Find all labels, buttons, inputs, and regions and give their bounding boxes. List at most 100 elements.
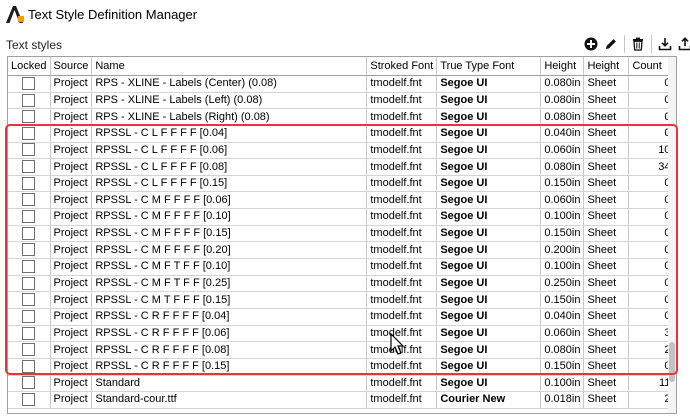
source-cell: Project [50,191,93,210]
true-type-font-cell: Segoe UI [436,108,542,126]
locked-checkbox[interactable] [22,76,36,90]
col-header-height-unit[interactable]: Height [583,57,630,76]
text-styles-table: Locked Source Name Stroked Font True Typ… [8,57,675,409]
height-unit-cell: Sheet [583,92,630,110]
locked-checkbox[interactable] [22,193,36,207]
height-cell: 0.150in [540,291,585,309]
locked-checkbox-cell [8,225,51,243]
height-unit-cell: Sheet [583,125,630,143]
import-icon [658,38,672,51]
table-row[interactable]: Project RPSSL - C M T F F F [0.15] tmodelf… [8,291,675,309]
true-type-font-cell: Segoe UI [436,341,542,359]
table-row[interactable]: Project RPSSL - C R F F F F [0.15] tmodelf… [8,358,675,376]
locked-checkbox[interactable] [22,293,36,307]
true-type-font-cell: Segoe UI [436,275,542,293]
table-row[interactable]: Project RPSSL - C M F F F F [0.06] tmodelf… [8,191,675,210]
locked-checkbox[interactable] [22,243,36,257]
table-row[interactable]: Project RPSSL - C M F F F F [0.10] tmodelf… [8,208,675,226]
true-type-font-cell: Segoe UI [436,175,542,193]
stroked-font-cell: tmodelf.fnt [366,158,438,176]
locked-checkbox[interactable] [22,176,36,190]
table-row[interactable]: Project Standard tmodelf.fnt Segoe UI 0.100i… [8,375,675,393]
true-type-font-cell: Courier New [436,391,542,409]
table-row[interactable]: Project RPS - XLINE - Labels (Right) (0.0… [8,108,675,126]
col-header-true-type-font[interactable]: True Type Font [436,57,542,76]
scrollbar-thumb[interactable] [669,342,675,382]
table-row[interactable]: Project RPSSL - C R F F F F [0.04] tmodelf… [8,308,675,326]
table-row[interactable]: Project RPS - XLINE - Labels (Left) (0.08… [8,92,675,110]
table-row[interactable]: Project RPSSL - C M F F F F [0.15] tmodelf… [8,225,675,243]
locked-checkbox-cell [8,375,51,393]
export-button[interactable] [676,34,690,54]
name-cell: RPSSL - C R F F F F [0.04] [91,308,368,326]
locked-checkbox[interactable] [22,326,36,340]
col-header-name[interactable]: Name [91,57,368,76]
height-cell: 0.060in [540,142,585,160]
table-row[interactable]: Project RPSSL - C L F F F F [0.04] tmodelf… [8,125,675,143]
col-header-height[interactable]: Height [540,57,585,76]
locked-checkbox-cell [8,358,51,376]
locked-checkbox[interactable] [22,259,36,273]
source-cell: Project [50,358,93,376]
import-button[interactable] [656,34,674,54]
table-row[interactable]: Project RPSSL - C R F F F F [0.08] tmodelf… [8,341,675,359]
source-cell: Project [50,75,93,93]
source-cell: Project [50,325,93,343]
locked-checkbox-cell [8,142,51,160]
col-header-locked[interactable]: Locked [8,57,51,76]
col-header-stroked-font[interactable]: Stroked Font [366,57,438,76]
source-cell: Project [50,258,93,276]
add-icon [584,37,598,51]
locked-checkbox[interactable] [22,309,36,323]
table-row[interactable]: Project RPSSL - C M F T F F [0.25] tmodelf… [8,275,675,293]
delete-button[interactable] [629,34,647,54]
height-cell: 0.080in [540,158,585,176]
locked-checkbox[interactable] [22,110,36,124]
locked-checkbox[interactable] [22,160,36,174]
height-cell: 0.100in [540,375,585,393]
name-cell: RPSSL - C R F F F F [0.08] [91,341,368,359]
locked-checkbox[interactable] [22,376,36,390]
true-type-font-cell: Segoe UI [436,358,542,376]
true-type-font-cell: Segoe UI [436,291,542,309]
locked-checkbox[interactable] [22,93,36,107]
add-button[interactable] [582,34,600,54]
source-cell: Project [50,125,93,143]
height-cell: 0.150in [540,175,585,193]
locked-checkbox[interactable] [22,143,36,157]
locked-checkbox[interactable] [22,393,36,407]
col-header-source[interactable]: Source [50,57,93,76]
edit-button[interactable] [602,34,620,54]
locked-checkbox[interactable] [22,226,36,240]
delete-icon [633,37,643,51]
name-cell: RPS - XLINE - Labels (Right) (0.08) [91,108,368,126]
locked-checkbox[interactable] [22,276,36,290]
toolbar-separator [624,35,625,53]
height-unit-cell: Sheet [583,175,630,193]
locked-checkbox-cell [8,258,51,276]
locked-checkbox-cell [8,275,51,293]
locked-checkbox[interactable] [22,359,36,373]
height-cell: 0.150in [540,358,585,376]
table-row[interactable]: Project RPSSL - C L F F F F [0.06] tmodelf… [8,142,675,160]
locked-checkbox[interactable] [22,126,36,140]
height-unit-cell: Sheet [583,225,630,243]
table-row[interactable]: Project RPSSL - C M F T F F [0.10] tmodelf… [8,258,675,276]
true-type-font-cell: Segoe UI [436,225,542,243]
vertical-scrollbar[interactable] [668,57,676,413]
source-cell: Project [50,375,93,393]
height-unit-cell: Sheet [583,208,630,226]
table-row[interactable]: Project RPSSL - C R F F F F [0.06] tmodelf… [8,325,675,343]
table-row[interactable]: Project Standard-cour.ttf tmodelf.fnt Couri… [8,391,675,409]
locked-checkbox[interactable] [22,343,36,357]
table-row[interactable]: Project RPSSL - C L F F F F [0.08] tmodelf… [8,158,675,176]
table-row[interactable]: Project RPS - XLINE - Labels (Center) (0.… [8,75,675,93]
table-row[interactable]: Project RPSSL - C L F F F F [0.15] tmodelf… [8,175,675,193]
height-cell: 0.018in [540,391,585,409]
toolbar [582,34,690,56]
stroked-font-cell: tmodelf.fnt [366,291,438,309]
locked-checkbox[interactable] [22,210,36,224]
title-bar: Text Style Definition Manager [0,0,690,30]
locked-checkbox-cell [8,75,51,93]
table-row[interactable]: Project RPSSL - C M F F F F [0.20] tmodelf… [8,241,675,260]
